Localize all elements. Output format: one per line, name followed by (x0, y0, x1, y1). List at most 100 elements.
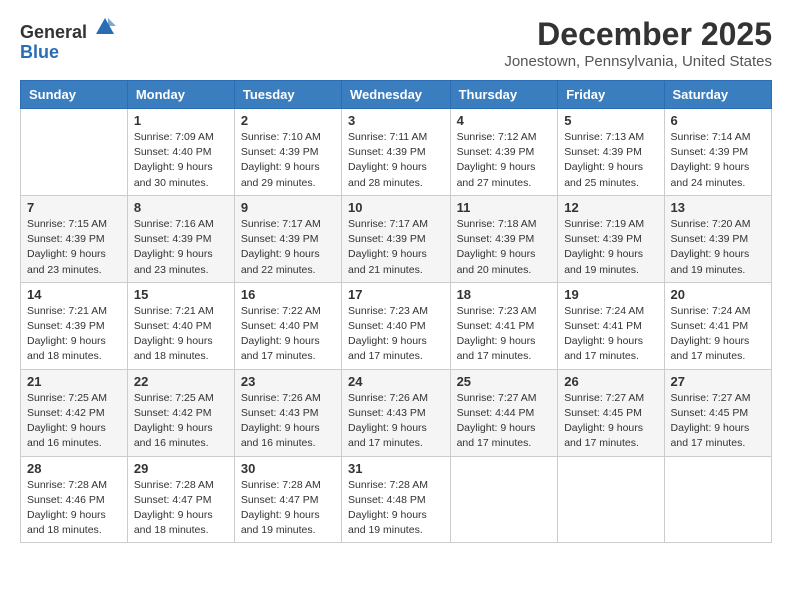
calendar-cell: 10 Sunrise: 7:17 AM Sunset: 4:39 PM Dayli… (342, 195, 451, 282)
day-number: 2 (241, 113, 335, 128)
logo: General Blue (20, 16, 116, 63)
day-info: Sunrise: 7:24 AM Sunset: 4:41 PM Dayligh… (671, 304, 765, 365)
calendar-cell: 26Sunrise: 7:27 AM Sunset: 4:45 PM Dayli… (558, 369, 664, 456)
calendar-cell (558, 456, 664, 543)
day-info: Sunrise: 7:11 AM Sunset: 4:39 PM Dayligh… (348, 130, 444, 191)
calendar-cell: 17Sunrise: 7:23 AM Sunset: 4:40 PM Dayli… (342, 282, 451, 369)
day-info: Sunrise: 7:27 AM Sunset: 4:44 PM Dayligh… (457, 391, 552, 452)
day-info: Sunrise: 7:10 AM Sunset: 4:39 PM Dayligh… (241, 130, 335, 191)
calendar-cell: 6 Sunrise: 7:14 AM Sunset: 4:39 PM Daylig… (664, 109, 771, 196)
logo-blue: Blue (20, 42, 59, 62)
day-info: Sunrise: 7:24 AM Sunset: 4:41 PM Dayligh… (564, 304, 657, 365)
calendar-day-header: Friday (558, 81, 664, 109)
day-info: Sunrise: 7:27 AM Sunset: 4:45 PM Dayligh… (564, 391, 657, 452)
calendar-cell: 7 Sunrise: 7:15 AM Sunset: 4:39 PM Daylig… (21, 195, 128, 282)
calendar-cell: 28 Sunrise: 7:28 AM Sunset: 4:46 PM Dayli… (21, 456, 128, 543)
day-number: 18 (457, 287, 552, 302)
day-number: 29 (134, 461, 228, 476)
logo-general: General (20, 22, 87, 42)
calendar-table: SundayMondayTuesdayWednesdayThursdayFrid… (20, 80, 772, 543)
day-number: 25 (457, 374, 552, 389)
day-number: 11 (457, 200, 552, 215)
calendar-cell: 1 Sunrise: 7:09 AM Sunset: 4:40 PM Daylig… (127, 109, 234, 196)
calendar-cell: 9Sunrise: 7:17 AM Sunset: 4:39 PM Daylig… (234, 195, 341, 282)
day-info: Sunrise: 7:17 AM Sunset: 4:39 PM Dayligh… (348, 217, 444, 278)
calendar-cell: 15Sunrise: 7:21 AM Sunset: 4:40 PM Dayli… (127, 282, 234, 369)
page-header: General Blue December 2025 Jonestown, Pe… (20, 16, 772, 70)
calendar-cell (664, 456, 771, 543)
day-number: 6 (671, 113, 765, 128)
day-number: 27 (671, 374, 765, 389)
day-number: 1 (134, 113, 228, 128)
day-info: Sunrise: 7:28 AM Sunset: 4:46 PM Dayligh… (27, 478, 121, 539)
calendar-week-row: 14 Sunrise: 7:21 AM Sunset: 4:39 PM Dayli… (21, 282, 772, 369)
calendar-cell: 23Sunrise: 7:26 AM Sunset: 4:43 PM Dayli… (234, 369, 341, 456)
day-number: 5 (564, 113, 657, 128)
calendar-cell: 18 Sunrise: 7:23 AM Sunset: 4:41 PM Dayli… (450, 282, 558, 369)
calendar-day-header: Monday (127, 81, 234, 109)
calendar-day-header: Saturday (664, 81, 771, 109)
day-info: Sunrise: 7:23 AM Sunset: 4:41 PM Dayligh… (457, 304, 552, 365)
day-number: 23 (241, 374, 335, 389)
calendar-cell: 11Sunrise: 7:18 AM Sunset: 4:39 PM Dayli… (450, 195, 558, 282)
calendar-week-row: 1 Sunrise: 7:09 AM Sunset: 4:40 PM Daylig… (21, 109, 772, 196)
day-info: Sunrise: 7:14 AM Sunset: 4:39 PM Dayligh… (671, 130, 765, 191)
day-number: 20 (671, 287, 765, 302)
calendar-cell: 14 Sunrise: 7:21 AM Sunset: 4:39 PM Dayli… (21, 282, 128, 369)
day-number: 16 (241, 287, 335, 302)
day-number: 7 (27, 200, 121, 215)
calendar-week-row: 21 Sunrise: 7:25 AM Sunset: 4:42 PM Dayli… (21, 369, 772, 456)
day-number: 8 (134, 200, 228, 215)
calendar-cell: 12Sunrise: 7:19 AM Sunset: 4:39 PM Dayli… (558, 195, 664, 282)
calendar-cell: 20 Sunrise: 7:24 AM Sunset: 4:41 PM Dayli… (664, 282, 771, 369)
day-number: 21 (27, 374, 121, 389)
day-info: Sunrise: 7:28 AM Sunset: 4:47 PM Dayligh… (241, 478, 335, 539)
day-info: Sunrise: 7:16 AM Sunset: 4:39 PM Dayligh… (134, 217, 228, 278)
day-info: Sunrise: 7:27 AM Sunset: 4:45 PM Dayligh… (671, 391, 765, 452)
day-info: Sunrise: 7:28 AM Sunset: 4:48 PM Dayligh… (348, 478, 444, 539)
day-info: Sunrise: 7:25 AM Sunset: 4:42 PM Dayligh… (27, 391, 121, 452)
day-info: Sunrise: 7:26 AM Sunset: 4:43 PM Dayligh… (348, 391, 444, 452)
month-title: December 2025 (504, 16, 772, 53)
calendar-cell: 4 Sunrise: 7:12 AM Sunset: 4:39 PM Daylig… (450, 109, 558, 196)
day-number: 14 (27, 287, 121, 302)
day-number: 24 (348, 374, 444, 389)
calendar-cell (21, 109, 128, 196)
day-info: Sunrise: 7:22 AM Sunset: 4:40 PM Dayligh… (241, 304, 335, 365)
day-number: 31 (348, 461, 444, 476)
day-number: 3 (348, 113, 444, 128)
day-info: Sunrise: 7:09 AM Sunset: 4:40 PM Dayligh… (134, 130, 228, 191)
day-number: 9 (241, 200, 335, 215)
day-number: 4 (457, 113, 552, 128)
calendar-cell: 30Sunrise: 7:28 AM Sunset: 4:47 PM Dayli… (234, 456, 341, 543)
day-info: Sunrise: 7:28 AM Sunset: 4:47 PM Dayligh… (134, 478, 228, 539)
calendar-cell: 29 Sunrise: 7:28 AM Sunset: 4:47 PM Dayli… (127, 456, 234, 543)
day-info: Sunrise: 7:12 AM Sunset: 4:39 PM Dayligh… (457, 130, 552, 191)
day-number: 10 (348, 200, 444, 215)
day-number: 17 (348, 287, 444, 302)
calendar-week-row: 28 Sunrise: 7:28 AM Sunset: 4:46 PM Dayli… (21, 456, 772, 543)
day-info: Sunrise: 7:15 AM Sunset: 4:39 PM Dayligh… (27, 217, 121, 278)
calendar-cell: 27 Sunrise: 7:27 AM Sunset: 4:45 PM Dayli… (664, 369, 771, 456)
calendar-cell: 22 Sunrise: 7:25 AM Sunset: 4:42 PM Dayli… (127, 369, 234, 456)
calendar-cell: 5Sunrise: 7:13 AM Sunset: 4:39 PM Daylig… (558, 109, 664, 196)
day-info: Sunrise: 7:20 AM Sunset: 4:39 PM Dayligh… (671, 217, 765, 278)
day-info: Sunrise: 7:21 AM Sunset: 4:40 PM Dayligh… (134, 304, 228, 365)
day-number: 28 (27, 461, 121, 476)
calendar-cell: 13 Sunrise: 7:20 AM Sunset: 4:39 PM Dayli… (664, 195, 771, 282)
day-info: Sunrise: 7:21 AM Sunset: 4:39 PM Dayligh… (27, 304, 121, 365)
title-block: December 2025 Jonestown, Pennsylvania, U… (504, 16, 772, 70)
calendar-cell: 16 Sunrise: 7:22 AM Sunset: 4:40 PM Dayli… (234, 282, 341, 369)
day-number: 19 (564, 287, 657, 302)
calendar-day-header: Thursday (450, 81, 558, 109)
location-title: Jonestown, Pennsylvania, United States (504, 53, 772, 70)
day-info: Sunrise: 7:25 AM Sunset: 4:42 PM Dayligh… (134, 391, 228, 452)
calendar-cell: 8 Sunrise: 7:16 AM Sunset: 4:39 PM Daylig… (127, 195, 234, 282)
calendar-header-row: SundayMondayTuesdayWednesdayThursdayFrid… (21, 81, 772, 109)
calendar-day-header: Sunday (21, 81, 128, 109)
logo-icon (94, 16, 116, 38)
calendar-day-header: Wednesday (342, 81, 451, 109)
calendar-week-row: 7 Sunrise: 7:15 AM Sunset: 4:39 PM Daylig… (21, 195, 772, 282)
day-number: 22 (134, 374, 228, 389)
day-number: 13 (671, 200, 765, 215)
